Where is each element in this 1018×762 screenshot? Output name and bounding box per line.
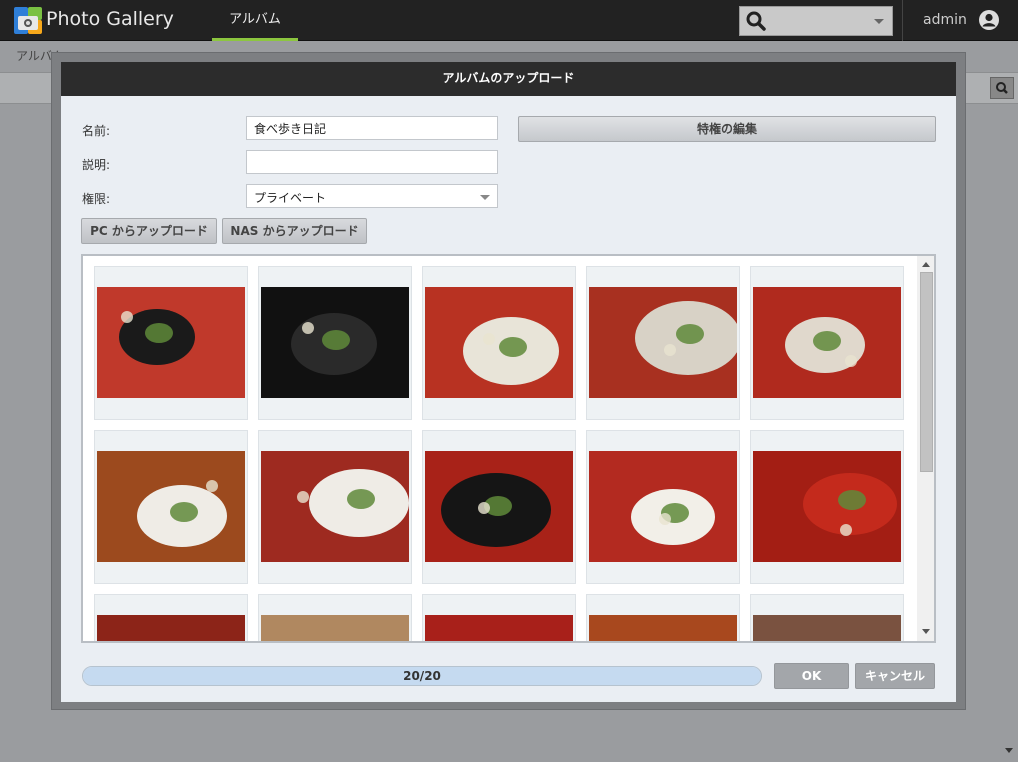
edit-privileges-button[interactable]: 特権の編集 bbox=[518, 116, 936, 142]
page-scroll-down-icon[interactable] bbox=[1005, 748, 1013, 753]
photo-image bbox=[261, 451, 409, 562]
photo-gallery-logo-icon[interactable] bbox=[14, 7, 42, 34]
background-search-button[interactable] bbox=[990, 77, 1014, 99]
photo-image bbox=[425, 287, 573, 398]
album-name-input[interactable]: 食べ歩き日記 bbox=[246, 116, 498, 140]
photo-image bbox=[97, 615, 245, 641]
permission-select-value: プライベート bbox=[254, 191, 327, 205]
photo-thumbnail[interactable] bbox=[94, 266, 248, 420]
app-title: Photo Gallery bbox=[46, 8, 174, 30]
photo-image bbox=[589, 287, 737, 398]
photo-thumbnail[interactable] bbox=[422, 430, 576, 584]
photo-thumbnail[interactable] bbox=[258, 266, 412, 420]
scroll-down-icon[interactable] bbox=[922, 629, 930, 634]
scroll-thumb[interactable] bbox=[920, 272, 933, 472]
chevron-down-icon bbox=[874, 19, 884, 24]
photo-image bbox=[753, 615, 901, 641]
tab-album[interactable]: アルバム bbox=[212, 0, 298, 41]
photo-image bbox=[589, 615, 737, 641]
header-divider bbox=[902, 0, 903, 41]
scroll-up-icon[interactable] bbox=[922, 262, 930, 267]
photo-thumbnail[interactable] bbox=[422, 266, 576, 420]
photo-thumbnail[interactable] bbox=[258, 594, 412, 641]
upload-album-dialog: アルバムのアップロード 名前: 食べ歩き日記 特権の編集 説明: 権限: プライ… bbox=[61, 62, 956, 702]
photo-thumbnail[interactable] bbox=[750, 594, 904, 641]
photo-thumbnail[interactable] bbox=[750, 266, 904, 420]
photo-image bbox=[753, 451, 901, 562]
photo-image bbox=[261, 615, 409, 641]
photo-thumbnail[interactable] bbox=[94, 594, 248, 641]
search-icon bbox=[746, 11, 766, 31]
user-name[interactable]: admin bbox=[923, 12, 967, 28]
photo-thumbnail[interactable] bbox=[94, 430, 248, 584]
photo-thumbnail[interactable] bbox=[750, 430, 904, 584]
photo-thumbnail[interactable] bbox=[586, 430, 740, 584]
ok-button[interactable]: OK bbox=[774, 663, 849, 689]
photo-thumbnail[interactable] bbox=[586, 594, 740, 641]
name-label: 名前: bbox=[82, 124, 111, 138]
search-icon bbox=[996, 82, 1008, 94]
upload-from-nas-button[interactable]: NAS からアップロード bbox=[222, 218, 367, 244]
search-dropdown[interactable] bbox=[739, 6, 893, 36]
description-label: 説明: bbox=[82, 158, 111, 172]
upload-progress-bar: 20/20 bbox=[82, 666, 762, 686]
photo-thumbnail[interactable] bbox=[586, 266, 740, 420]
top-bar: Photo Gallery アルバム admin bbox=[0, 0, 1018, 41]
album-description-input[interactable] bbox=[246, 150, 498, 174]
progress-text: 20/20 bbox=[403, 669, 441, 683]
user-avatar-icon[interactable] bbox=[978, 9, 1000, 31]
permission-label: 権限: bbox=[82, 192, 111, 206]
photo-grid bbox=[81, 254, 936, 643]
permission-select[interactable]: プライベート bbox=[246, 184, 498, 208]
photo-thumbnail[interactable] bbox=[422, 594, 576, 641]
chevron-down-icon bbox=[480, 195, 490, 200]
photo-image bbox=[589, 451, 737, 562]
upload-from-pc-button[interactable]: PC からアップロード bbox=[81, 218, 217, 244]
cancel-button[interactable]: キャンセル bbox=[855, 663, 935, 689]
photo-thumbnail[interactable] bbox=[258, 430, 412, 584]
photo-image bbox=[425, 451, 573, 562]
photo-image bbox=[97, 287, 245, 398]
dialog-title: アルバムのアップロード bbox=[61, 62, 956, 96]
photo-image bbox=[97, 451, 245, 562]
gallery-scrollbar[interactable] bbox=[917, 256, 934, 641]
photo-image bbox=[753, 287, 901, 398]
photo-image bbox=[425, 615, 573, 641]
photo-image bbox=[261, 287, 409, 398]
